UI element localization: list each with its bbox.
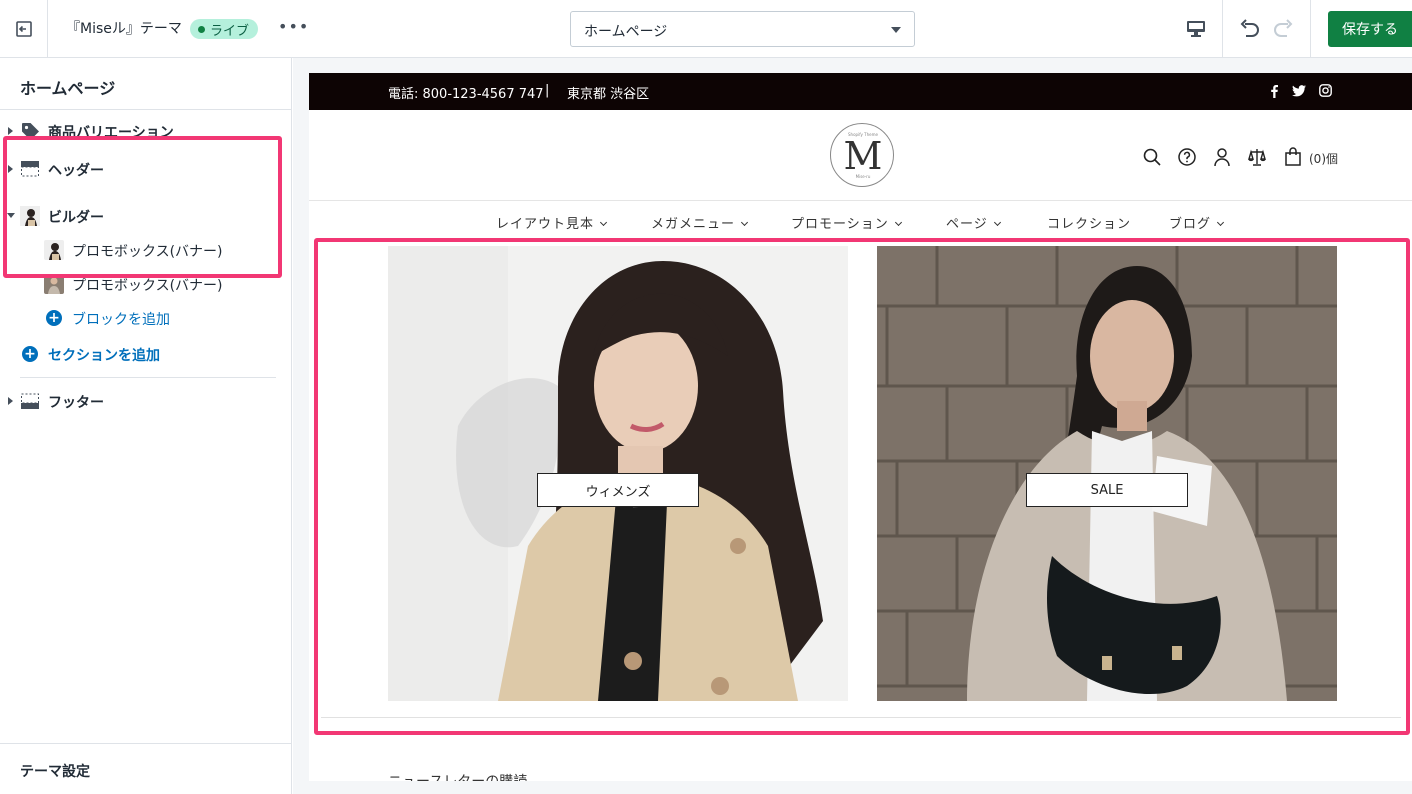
sections-sidebar: ホームページ 商品バリエーション ヘッダー ビルダー プロモボックス(バナー) … xyxy=(0,58,292,794)
divider xyxy=(0,743,291,744)
plus-circle-icon: + xyxy=(46,310,62,326)
divider xyxy=(309,200,1412,201)
tag-icon xyxy=(22,123,39,140)
facebook-icon[interactable] xyxy=(1269,84,1279,98)
compare-icon[interactable] xyxy=(1247,147,1267,167)
cart-icon[interactable] xyxy=(1283,147,1303,167)
chevron-down-icon xyxy=(1216,218,1225,227)
sidebar-title: ホームページ xyxy=(20,79,116,98)
chevron-down-icon xyxy=(894,218,902,227)
footer-layout-icon xyxy=(21,393,39,409)
nav-item-layout-samples[interactable]: レイアウト見本 xyxy=(496,213,608,232)
promo-thumbnail-icon xyxy=(44,274,64,294)
cart-count[interactable]: (0)個 xyxy=(1309,150,1338,167)
redo-icon xyxy=(1274,19,1293,37)
builder-thumbnail-icon xyxy=(20,206,40,226)
divider xyxy=(1222,0,1223,57)
block-item-promo-box-2[interactable]: プロモボックス(バナー) xyxy=(0,269,291,299)
sidebar-item-label: ビルダー xyxy=(48,210,104,226)
promo-button-womens[interactable]: ウィメンズ xyxy=(537,473,699,507)
undo-icon xyxy=(1240,19,1259,37)
announcement-bar: 電話: 800-123-4567 747 | 東京都 渋谷区 xyxy=(309,73,1412,110)
add-block-label: ブロックを追加 xyxy=(72,312,170,328)
theme-settings-link[interactable]: テーマ設定 xyxy=(20,761,90,781)
promo-box-womens[interactable]: ウィメンズ xyxy=(388,246,848,701)
nav-item-collection[interactable]: コレクション xyxy=(1047,213,1131,232)
address-text: 東京都 渋谷区 xyxy=(567,87,650,102)
store-preview-frame: 電話: 800-123-4567 747 | 東京都 渋谷区 Shopify T… xyxy=(309,73,1412,781)
sidebar-item-header[interactable]: ヘッダー xyxy=(0,154,291,184)
phone-text: 電話: 800-123-4567 747 xyxy=(388,87,544,102)
more-actions-button[interactable]: ••• xyxy=(278,17,309,36)
nav-label: レイアウト見本 xyxy=(496,217,595,232)
add-section-label: セクションを追加 xyxy=(48,348,160,364)
page-selector[interactable]: ホームページ xyxy=(570,11,915,47)
header-layout-icon xyxy=(21,161,39,177)
block-item-label: プロモボックス(バナー) xyxy=(72,278,223,294)
nav-label: ブログ xyxy=(1169,217,1212,232)
nav-label: ページ xyxy=(946,217,988,232)
divider xyxy=(321,717,1401,718)
sidebar-item-label: 商品バリエーション xyxy=(48,125,174,141)
editor-topbar: 『Miseル』テーマ ライブ ••• ホームページ 保存する xyxy=(0,0,1412,58)
desktop-view-button[interactable] xyxy=(1186,19,1206,43)
live-dot-icon xyxy=(198,25,205,33)
nav-item-mega-menu[interactable]: メガメニュー xyxy=(651,213,749,232)
undo-button[interactable] xyxy=(1237,17,1261,45)
sidebar-item-footer[interactable]: フッター xyxy=(0,386,291,416)
expand-arrow-icon xyxy=(8,397,13,405)
chevron-down-icon xyxy=(993,218,1001,227)
expand-arrow-icon xyxy=(8,165,13,173)
nav-label: コレクション xyxy=(1047,217,1132,232)
chevron-down-icon xyxy=(740,218,749,227)
plus-circle-icon: + xyxy=(22,346,38,362)
sidebar-item-builder[interactable]: ビルダー xyxy=(0,201,291,231)
twitter-icon[interactable] xyxy=(1292,85,1306,97)
nav-item-blog[interactable]: ブログ xyxy=(1169,213,1225,232)
chevron-down-icon xyxy=(599,218,608,227)
desktop-icon xyxy=(1187,21,1205,37)
collapse-arrow-icon xyxy=(7,213,15,218)
divider xyxy=(1310,0,1311,57)
help-icon[interactable] xyxy=(1177,147,1197,167)
block-item-promo-box-1[interactable]: プロモボックス(バナー) xyxy=(0,235,291,265)
sidebar-item-label: ヘッダー xyxy=(48,163,104,179)
divider xyxy=(0,109,291,110)
caret-down-icon xyxy=(891,27,901,33)
add-block-button[interactable]: + ブロックを追加 xyxy=(46,307,246,331)
main-navigation: レイアウト見本 メガメニュー プロモーション ページ コレクション ブログ xyxy=(309,211,1412,233)
exit-icon xyxy=(15,20,32,37)
theme-name: 『Miseル』テーマ xyxy=(66,21,182,37)
promo-button-sale[interactable]: SALE xyxy=(1026,473,1188,507)
redo-button[interactable] xyxy=(1272,17,1296,45)
divider xyxy=(20,377,276,378)
exit-button[interactable] xyxy=(0,0,48,57)
nav-item-promotion[interactable]: プロモーション xyxy=(791,213,902,232)
add-section-button[interactable]: + セクションを追加 xyxy=(22,343,242,367)
separator: | xyxy=(545,83,550,98)
newsletter-heading: ニュースレターの購読 xyxy=(388,771,527,781)
search-icon[interactable] xyxy=(1142,147,1162,167)
block-item-label: プロモボックス(バナー) xyxy=(72,244,223,260)
live-badge-label: ライブ xyxy=(210,23,250,39)
promo-box-sale[interactable]: SALE xyxy=(877,246,1337,701)
sidebar-item-label: フッター xyxy=(48,395,104,411)
logo-letter: M xyxy=(843,134,883,178)
save-button[interactable]: 保存する xyxy=(1328,11,1412,47)
logo-subtitle-bottom: Mise-ru xyxy=(855,174,871,179)
instagram-icon[interactable] xyxy=(1319,84,1332,97)
nav-label: プロモーション xyxy=(791,217,889,232)
promo-thumbnail-icon xyxy=(44,240,64,260)
nav-item-pages[interactable]: ページ xyxy=(946,213,1001,232)
store-logo[interactable]: Shopify Theme M Mise-ru xyxy=(830,123,894,187)
page-selector-value: ホームページ xyxy=(584,24,668,40)
account-icon[interactable] xyxy=(1212,147,1232,167)
expand-arrow-icon xyxy=(8,127,13,135)
sidebar-item-product-variation[interactable]: 商品バリエーション xyxy=(0,116,291,146)
live-badge: ライブ xyxy=(190,19,259,39)
nav-label: メガメニュー xyxy=(651,217,736,232)
